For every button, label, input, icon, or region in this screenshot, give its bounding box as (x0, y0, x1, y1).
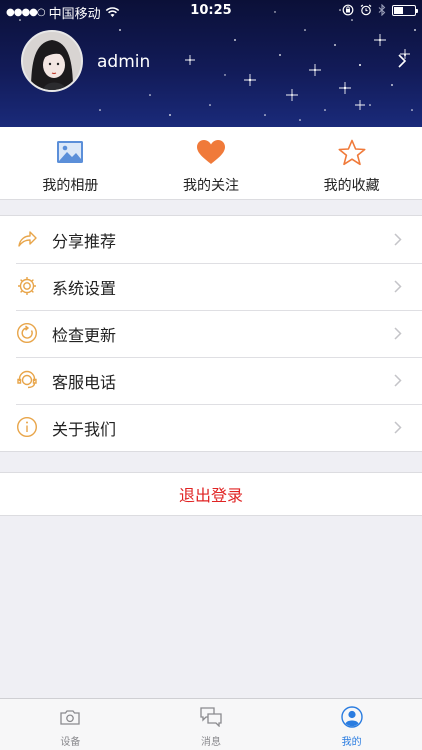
chat-icon (200, 707, 222, 727)
quick-link-album[interactable]: 我的相册 (0, 127, 141, 199)
quick-link-label: 我的关注 (183, 178, 239, 194)
tab-label: 消息 (201, 737, 221, 748)
info-icon (16, 416, 38, 438)
headset-icon (17, 370, 37, 389)
quick-link-label: 我的相册 (42, 178, 99, 194)
menu-item-label: 分享推荐 (52, 231, 117, 251)
profile-header[interactable]: ●●●●○ 中国移动 10:25 admin (0, 0, 422, 127)
menu-item-customer-service[interactable]: 客服电话 (0, 357, 422, 404)
avatar[interactable] (21, 30, 83, 92)
refresh-icon (16, 322, 38, 344)
menu-item-label: 检查更新 (52, 325, 117, 345)
menu-item-label: 系统设置 (52, 278, 117, 298)
tab-messages[interactable]: 消息 (141, 699, 282, 750)
quick-link-label: 我的收藏 (323, 178, 380, 194)
menu-item-settings[interactable]: 系统设置 (0, 263, 422, 310)
gear-icon (18, 277, 36, 295)
alarm-icon (360, 4, 372, 16)
tab-devices[interactable]: 设备 (0, 699, 141, 750)
rotation-lock-icon (342, 4, 354, 16)
status-bar: ●●●●○ 中国移动 10:25 (0, 0, 422, 22)
menu-item-label: 客服电话 (52, 372, 117, 392)
photo-icon (57, 141, 84, 163)
bluetooth-icon (378, 4, 386, 16)
camera-icon (60, 710, 80, 725)
avatar-illustration (23, 32, 81, 90)
quick-link-follow[interactable]: 我的关注 (141, 127, 282, 199)
battery-icon (392, 4, 418, 16)
tab-bar: 设备 消息 我的 (0, 698, 422, 750)
username[interactable]: admin (97, 52, 150, 72)
quick-links: 我的相册 我的关注 我的收藏 (0, 127, 422, 200)
logout-button[interactable]: 退出登录 (0, 472, 422, 516)
share-icon (18, 231, 37, 247)
chevron-right-icon (394, 374, 402, 387)
chevron-right-icon (394, 280, 402, 293)
chevron-right-icon (394, 421, 402, 434)
tab-label: 我的 (341, 737, 362, 748)
menu-item-label: 关于我们 (52, 419, 117, 439)
menu-item-about[interactable]: 关于我们 (0, 404, 422, 451)
user-icon (340, 706, 363, 728)
chevron-right-icon (394, 327, 402, 340)
chevron-right-icon (394, 233, 402, 246)
settings-menu: 分享推荐 系统设置 检查更新 客服电话 关于我们 (0, 215, 422, 452)
menu-item-check-update[interactable]: 检查更新 (0, 310, 422, 357)
tab-mine[interactable]: 我的 (281, 699, 422, 750)
star-icon (338, 139, 366, 165)
quick-link-favorites[interactable]: 我的收藏 (281, 127, 422, 199)
chevron-right-icon[interactable] (398, 54, 406, 68)
tab-label: 设备 (60, 737, 81, 748)
heart-icon (197, 140, 225, 164)
menu-item-share[interactable]: 分享推荐 (0, 216, 422, 263)
